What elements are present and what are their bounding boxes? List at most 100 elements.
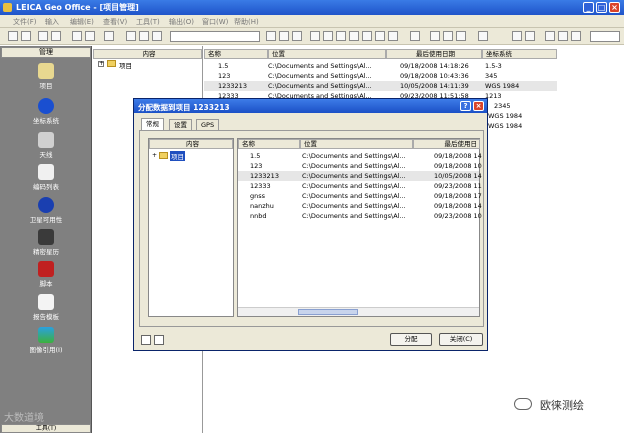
table-row[interactable]: 1.5 C:\Documents and Settings\Al... 09/18/… (238, 151, 482, 161)
tool-o-icon[interactable] (512, 31, 522, 41)
dialog-title-bar: 分配数据到项目 1233213 ? × (134, 99, 487, 113)
menu-import[interactable]: 输入 (45, 17, 59, 27)
sidebar-item-coordinate-system[interactable]: 坐标系统 (0, 98, 92, 125)
dialog-body: 内容 + 项目 名称 位置 最后使用日 1.5 C:\Documents and … (139, 130, 484, 327)
sidebar-item-antenna[interactable]: 天线 (0, 132, 92, 159)
sidebar-item-codelist[interactable]: 编码列表 (0, 164, 92, 191)
preview-icon[interactable] (51, 31, 61, 41)
tree-root-label[interactable]: 项目 (119, 60, 132, 70)
menu-file[interactable]: 文件(F) (13, 17, 37, 27)
tree-header[interactable]: 内容 (93, 49, 202, 59)
col-last-used[interactable]: 最后使用日期 (386, 49, 482, 59)
menu-help[interactable]: 帮助(H) (234, 17, 259, 27)
zoom-fit-icon[interactable] (152, 31, 162, 41)
table-row[interactable]: 123 C:\Documents and Settings\Al... 09/18/… (238, 161, 482, 171)
tool-e-icon[interactable] (323, 31, 333, 41)
tool-s-icon[interactable] (571, 31, 581, 41)
tool-q-icon[interactable] (545, 31, 555, 41)
script-icon (38, 261, 54, 277)
tab-general[interactable]: 常规 (141, 118, 164, 130)
toolbar-combo[interactable] (170, 31, 260, 42)
sidebar-footer-tools[interactable]: 工具(T) (1, 424, 91, 433)
menu-edit[interactable]: 编辑(E) (70, 17, 94, 27)
paste-icon[interactable] (85, 31, 95, 41)
table-row[interactable]: 1233213 C:\Documents and Settings\Al... 10… (238, 171, 482, 181)
expand-icon[interactable]: + (98, 61, 104, 67)
dialog-expand-icon[interactable]: + (152, 152, 157, 159)
dialog-save-icon[interactable] (141, 335, 151, 345)
satellite-icon (38, 197, 54, 213)
sidebar: 管理 项目 坐标系统 天线 编码列表 卫星可用性 精密星历 脚本 报告模板 图像… (0, 46, 92, 433)
table-row[interactable]: 1233213 C:\Documents and Settings\Al... 10… (204, 81, 557, 91)
toolbar-field[interactable] (590, 31, 620, 42)
col-coord-system[interactable]: 坐标系统 (482, 49, 557, 59)
sidebar-header: 管理 (1, 47, 91, 58)
tool-n-icon[interactable] (456, 31, 466, 41)
table-row[interactable]: gnss C:\Documents and Settings\Al... 09/18… (238, 191, 482, 201)
dialog-col-last-used[interactable]: 最后使用日 (413, 139, 480, 149)
antenna-icon (38, 132, 54, 148)
dialog-col-name[interactable]: 名称 (238, 139, 300, 149)
table-row[interactable]: nanzhu C:\Documents and Settings\Al... 09/… (238, 201, 482, 211)
table-row[interactable]: nnbd C:\Documents and Settings\Al... 09/23… (238, 211, 482, 221)
tool-m-icon[interactable] (443, 31, 453, 41)
help-query-icon[interactable] (478, 31, 488, 41)
new-icon[interactable] (8, 31, 18, 41)
tool-j-icon[interactable] (388, 31, 398, 41)
table-row[interactable]: 12333 C:\Documents and Settings\Al... 09/2… (238, 181, 482, 191)
dialog-view-icon[interactable] (154, 335, 164, 345)
menu-bar: 文件(F) 输入 编辑(E) 查看(V) 工具(T) 输出(O) 窗口(W) 帮… (0, 15, 624, 28)
print-icon[interactable] (38, 31, 48, 41)
tool-r-icon[interactable] (558, 31, 568, 41)
menu-tools[interactable]: 工具(T) (136, 17, 160, 27)
tool-l-icon[interactable] (430, 31, 440, 41)
tool-g-icon[interactable] (349, 31, 359, 41)
dialog-col-location[interactable]: 位置 (300, 139, 413, 149)
wechat-icon (514, 398, 532, 410)
sidebar-item-image-ref[interactable]: 图像引用(I) (0, 327, 92, 354)
table-row[interactable]: 123 C:\Documents and Settings\Al... 09/18/… (204, 71, 557, 81)
tab-gps[interactable]: GPS (196, 119, 220, 130)
tool-h-icon[interactable] (362, 31, 372, 41)
dialog-tree-header[interactable]: 内容 (149, 139, 233, 149)
sidebar-item-project[interactable]: 项目 (0, 63, 92, 90)
tool-d-icon[interactable] (310, 31, 320, 41)
assign-button[interactable]: 分配 (390, 333, 432, 346)
ephemeris-icon (38, 229, 54, 245)
open-icon[interactable] (21, 31, 31, 41)
sidebar-item-satellite[interactable]: 卫星可用性 (0, 197, 92, 224)
tool-k-icon[interactable] (410, 31, 420, 41)
tool-i-icon[interactable] (375, 31, 385, 41)
toolbar (0, 28, 624, 45)
sidebar-item-ephemeris[interactable]: 精密星历 (0, 229, 92, 256)
close-button[interactable]: 关闭(C) (439, 333, 483, 346)
menu-window[interactable]: 窗口(W) (202, 17, 228, 27)
scrollbar-thumb[interactable] (298, 309, 358, 315)
tool-f-icon[interactable] (336, 31, 346, 41)
copy-icon[interactable] (72, 31, 82, 41)
dialog-close-icon[interactable]: × (473, 101, 484, 111)
project-tool-icon[interactable] (104, 31, 114, 41)
tool-b-icon[interactable] (279, 31, 289, 41)
tool-p-icon[interactable] (525, 31, 535, 41)
tab-settings[interactable]: 设置 (169, 119, 192, 130)
image-icon (38, 327, 54, 343)
col-location[interactable]: 位置 (268, 49, 386, 59)
maximize-icon[interactable]: □ (596, 2, 607, 13)
menu-view[interactable]: 查看(V) (103, 17, 127, 27)
sidebar-item-report[interactable]: 报告模板 (0, 294, 92, 321)
sidebar-item-script[interactable]: 脚本 (0, 261, 92, 288)
col-name[interactable]: 名称 (204, 49, 268, 59)
close-icon[interactable]: × (609, 2, 620, 13)
horizontal-scrollbar[interactable] (238, 307, 479, 316)
dialog-tree-root[interactable]: 项目 (170, 151, 185, 161)
minimize-icon[interactable]: _ (583, 2, 594, 13)
tool-c-icon[interactable] (292, 31, 302, 41)
menu-output[interactable]: 输出(O) (169, 17, 194, 27)
tool-a-icon[interactable] (266, 31, 276, 41)
dialog-help-icon[interactable]: ? (460, 101, 471, 111)
codelist-icon (38, 164, 54, 180)
zoom-in-icon[interactable] (126, 31, 136, 41)
zoom-out-icon[interactable] (139, 31, 149, 41)
table-row[interactable]: 1.5 C:\Documents and Settings\Al... 09/18/… (204, 61, 557, 71)
